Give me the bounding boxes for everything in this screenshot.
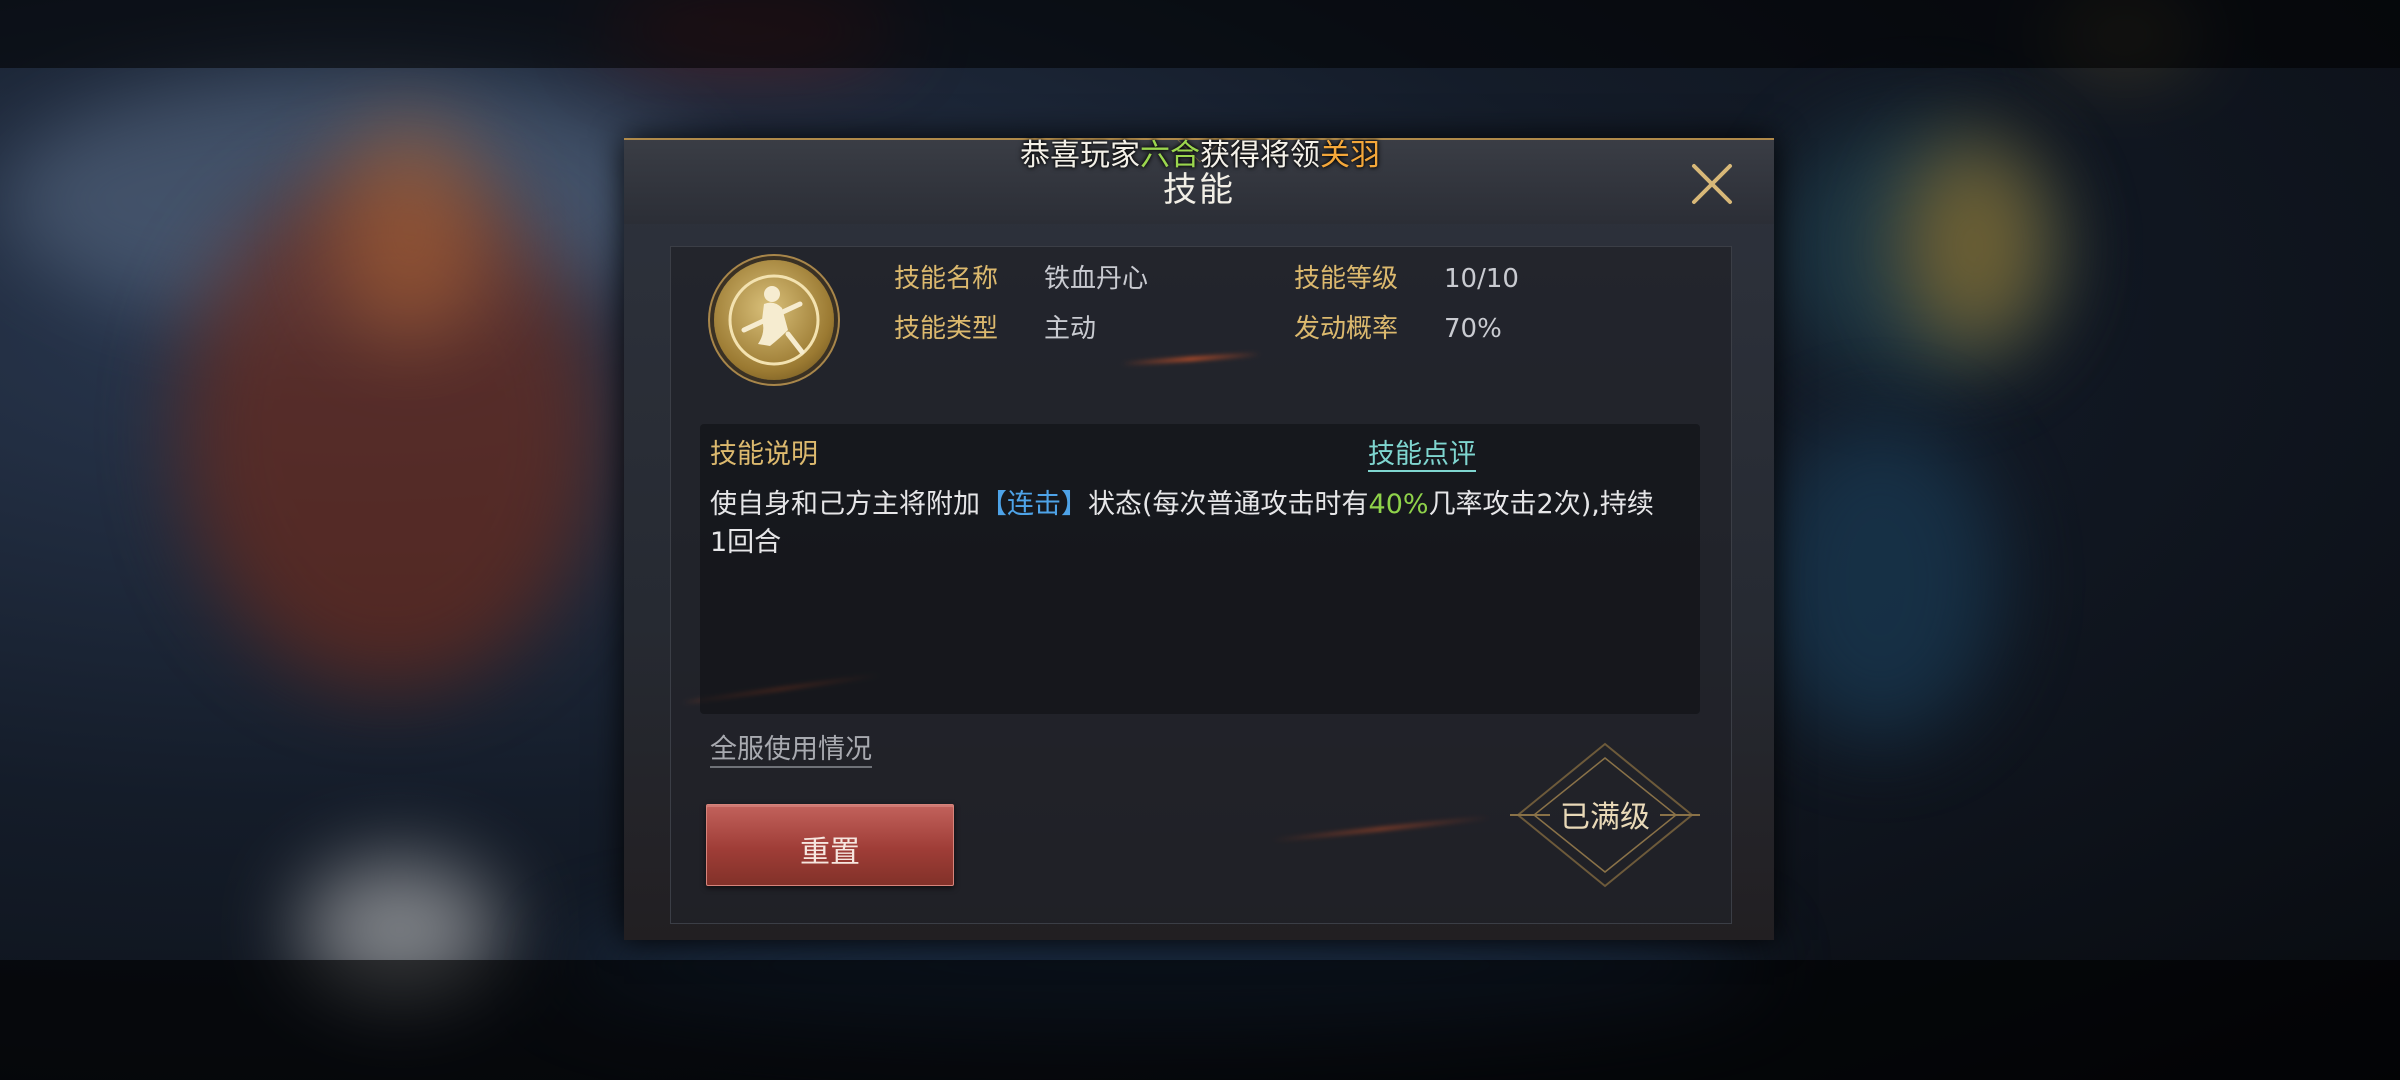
- skill-type-label: 技能类型: [894, 314, 999, 344]
- skill-description-box: 技能说明 技能点评 使自身和己方主将附加【连击】状态(每次普通攻击时有40%几率…: [700, 424, 1700, 714]
- skill-dialog: 技能 技能名称 铁血丹心 技能等级 10/10 技能类型 主动 发动概率 70%…: [624, 138, 1774, 940]
- reset-button-label: 重置: [800, 835, 860, 870]
- announcement-banner: 恭喜玩家六合获得将领关羽: [1020, 138, 1380, 173]
- max-level-badge: 已满级: [1510, 740, 1700, 890]
- skill-name-label: 技能名称: [894, 264, 999, 294]
- announcement-general: 关羽: [1320, 138, 1380, 173]
- blurred-bottom-bar: [0, 960, 2400, 1080]
- skill-description-title: 技能说明: [710, 439, 818, 470]
- skill-review-link[interactable]: 技能点评: [1368, 440, 1476, 472]
- skill-level-label: 技能等级: [1294, 264, 1399, 294]
- skill-name-value: 铁血丹心: [1044, 264, 1149, 294]
- trigger-chance-value: 70%: [1444, 314, 1502, 344]
- skill-level-value: 10/10: [1444, 264, 1519, 294]
- announcement-player: 六合: [1140, 138, 1200, 173]
- skill-emblem-icon: [714, 260, 834, 380]
- skill-type-value: 主动: [1044, 314, 1097, 344]
- combo-percent: 40%: [1368, 489, 1429, 520]
- reset-button[interactable]: 重置: [706, 804, 954, 886]
- skill-description-text: 使自身和己方主将附加【连击】状态(每次普通攻击时有40%几率攻击2次),持续1回…: [710, 489, 1654, 558]
- max-level-label: 已满级: [1560, 800, 1650, 835]
- trigger-chance-label: 发动概率: [1294, 314, 1399, 344]
- server-usage-link[interactable]: 全服使用情况: [710, 734, 872, 768]
- skill-keyword: 【连击】: [980, 489, 1088, 520]
- blurred-top-bar: [0, 0, 2400, 68]
